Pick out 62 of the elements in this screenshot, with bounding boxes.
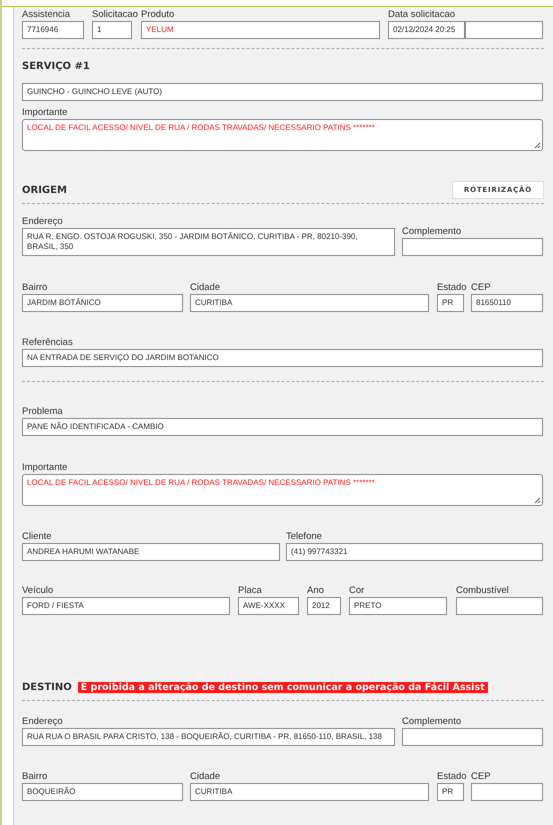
input-field[interactable]: 1: [92, 21, 132, 39]
resize-grip-icon[interactable]: [533, 496, 541, 504]
field-label: Cidade: [190, 771, 220, 783]
input-field[interactable]: RUA RUA O BRASIL PARA CRISTO, 138 - BOQUEIRÃO, CURITIBA - PR, 81650-110, BRASIL, 138: [22, 728, 395, 746]
text-area[interactable]: LOCAL DE FACIL ACESSO/ NIVEL DE RUA / RODAS TRAVADAS/ NECESSARIO PATINS *******: [22, 119, 543, 151]
input-field[interactable]: NA ENTRADA DE SERVIÇO DO JARDIM BOTANICO: [22, 349, 543, 367]
input-field[interactable]: AWE-XXXX: [238, 597, 299, 615]
section-title: SERVIÇO #1: [22, 61, 90, 72]
input-field[interactable]: FORD / FIESTA: [22, 597, 230, 615]
field-label: Cidade: [190, 282, 220, 294]
input-field[interactable]: 7716946: [22, 21, 84, 39]
input-field[interactable]: CURITIBA: [190, 783, 429, 801]
field-label: Importante: [22, 107, 68, 119]
field-label: Telefone: [286, 531, 322, 543]
input-field[interactable]: [402, 238, 543, 256]
input-field[interactable]: (41) 997743321: [286, 543, 543, 561]
field-label: Endereço: [22, 216, 63, 228]
field-label: Combustível: [456, 585, 509, 597]
text-area[interactable]: LOCAL DE FACIL ACESSO/ NIVEL DE RUA / RODAS TRAVADAS/ NECESSARIO PATINS *******: [22, 474, 543, 506]
field-label: Bairro: [22, 771, 48, 783]
field-label: Endereço: [22, 716, 63, 728]
input-field[interactable]: PANE NÃO IDENTIFICADA - CAMBIO: [22, 418, 543, 436]
resize-grip-icon[interactable]: [533, 141, 541, 149]
field-label: Assistencia: [22, 9, 70, 21]
input-field[interactable]: [402, 728, 543, 746]
field-label: Placa: [238, 585, 262, 597]
field-label: Cor: [349, 585, 364, 597]
input-field[interactable]: 2012: [307, 597, 341, 615]
input-field[interactable]: 02/12/2024 20:25: [388, 21, 465, 39]
input-field[interactable]: CURITIBA: [190, 294, 429, 312]
field-label: Ano: [307, 585, 324, 597]
input-field[interactable]: BOQUEIRÃO: [22, 783, 183, 801]
input-field[interactable]: [465, 21, 543, 39]
input-field[interactable]: PRETO: [349, 597, 447, 615]
input-field[interactable]: YELUM: [141, 21, 380, 39]
field-label: Produto: [141, 9, 174, 21]
input-field[interactable]: RUA R. ENGO. OSTOJA ROGUSKI, 350 - JARDIM BOTÂNICO, CURITIBA - PR, 80210-390, BRASIL, 350: [22, 228, 395, 256]
section-title: DESTINO: [22, 682, 72, 693]
input-field[interactable]: [471, 783, 543, 801]
field-label: Data solicitacao: [388, 9, 456, 21]
input-field[interactable]: ANDREA HARUMI WATANABE: [22, 543, 280, 561]
input-field[interactable]: GUINCHO - GUINCHO LEVE (AUTO): [22, 83, 543, 101]
section-title: ORIGEM: [22, 184, 67, 196]
field-label: CEP: [471, 282, 491, 294]
field-label: Problema: [22, 406, 63, 418]
input-field[interactable]: 81650110: [471, 294, 543, 312]
field-label: CEP: [471, 771, 491, 783]
field-label: Complemento: [402, 226, 462, 238]
field-label: Importante: [22, 462, 68, 474]
field-label: Veículo: [22, 585, 54, 597]
field-label: Solicitacao: [92, 9, 138, 21]
field-label: Cliente: [22, 531, 52, 543]
field-label: Referências: [22, 337, 73, 349]
input-field[interactable]: PR: [437, 294, 464, 312]
input-field[interactable]: [456, 597, 543, 615]
field-label: Complemento: [402, 716, 462, 728]
field-label: Estado: [437, 771, 467, 783]
warning-label: É proibida a alteração de destino sem comunicar a operação da Fácil Assist: [78, 682, 488, 693]
field-label: Bairro: [22, 282, 48, 294]
input-field[interactable]: JARDIM BOTÂNICO: [22, 294, 183, 312]
input-field[interactable]: PR: [437, 783, 464, 801]
field-label: Estado: [437, 282, 467, 294]
